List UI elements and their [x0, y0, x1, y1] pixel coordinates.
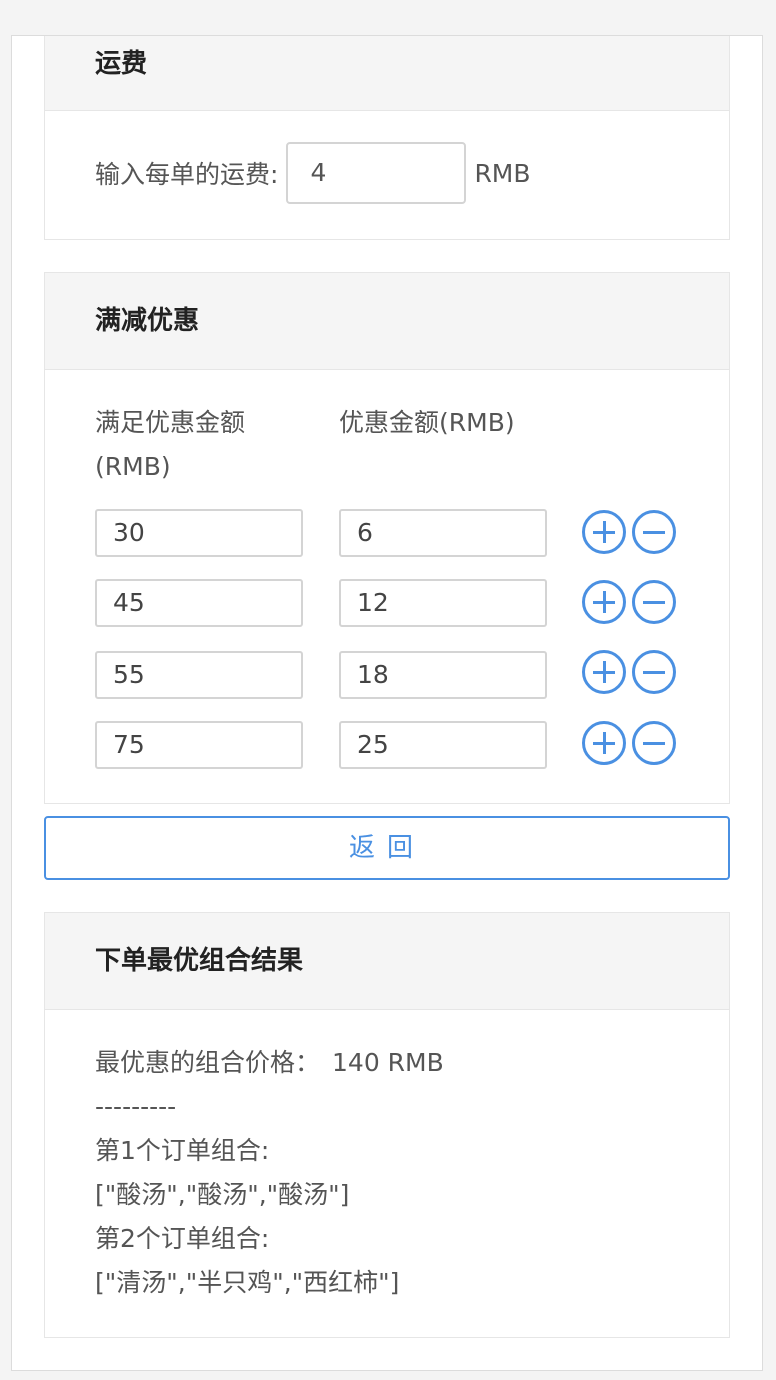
- order-items: ["酸汤","酸汤","酸汤"]: [95, 1180, 350, 1209]
- amount-input[interactable]: 18: [339, 651, 547, 699]
- result-panel: 下单最优组合结果 最优惠的组合价格： 140 RMB --------- 第1个订…: [44, 912, 730, 1338]
- amount-input[interactable]: 12: [339, 579, 547, 627]
- remove-tier-button[interactable]: [632, 721, 676, 765]
- back-button[interactable]: 返回: [44, 816, 730, 880]
- shipping-title: 运费: [45, 36, 729, 111]
- add-tier-button[interactable]: [582, 650, 626, 694]
- add-tier-button[interactable]: [582, 510, 626, 554]
- shipping-label: 输入每单的运费:: [95, 160, 279, 189]
- shipping-unit: RMB: [474, 158, 531, 188]
- result-title: 下单最优组合结果: [45, 913, 729, 1010]
- best-price-label: 最优惠的组合价格：: [95, 1048, 321, 1077]
- shipping-row: 输入每单的运费: 4 RMB: [95, 142, 531, 204]
- discount-panel: 满减优惠 满足优惠金额 (RMB) 优惠金额(RMB) 30 6 45 12 5…: [44, 272, 730, 804]
- add-tier-button[interactable]: [582, 721, 626, 765]
- order-label: 第2个订单组合:: [95, 1224, 270, 1253]
- shipping-fee-input[interactable]: 4: [286, 142, 467, 204]
- order-items: ["清汤","半只鸡","西红柿"]: [95, 1268, 400, 1297]
- result-separator: ---------: [95, 1092, 177, 1121]
- order-label: 第1个订单组合:: [95, 1136, 270, 1165]
- add-tier-button[interactable]: [582, 580, 626, 624]
- best-price-line: 最优惠的组合价格： 140 RMB: [95, 1041, 444, 1085]
- remove-tier-button[interactable]: [632, 510, 676, 554]
- remove-tier-button[interactable]: [632, 580, 676, 624]
- threshold-input[interactable]: 45: [95, 579, 303, 627]
- shipping-panel: 运费 输入每单的运费: 4 RMB: [44, 36, 730, 240]
- amount-input[interactable]: 25: [339, 721, 547, 769]
- discount-title: 满减优惠: [45, 273, 729, 370]
- threshold-header-label: 满足优惠金额: [95, 408, 246, 437]
- remove-tier-button[interactable]: [632, 650, 676, 694]
- threshold-column-header: 满足优惠金额 (RMB): [95, 401, 245, 489]
- threshold-input[interactable]: 75: [95, 721, 303, 769]
- amount-input[interactable]: 6: [339, 509, 547, 557]
- best-price-value: 140 RMB: [332, 1048, 444, 1077]
- result-body: 最优惠的组合价格： 140 RMB --------- 第1个订单组合: ["酸汤…: [95, 1041, 444, 1305]
- threshold-input[interactable]: 30: [95, 509, 303, 557]
- threshold-input[interactable]: 55: [95, 651, 303, 699]
- amount-column-header: 优惠金额(RMB): [339, 408, 515, 437]
- threshold-header-unit: (RMB): [95, 452, 171, 481]
